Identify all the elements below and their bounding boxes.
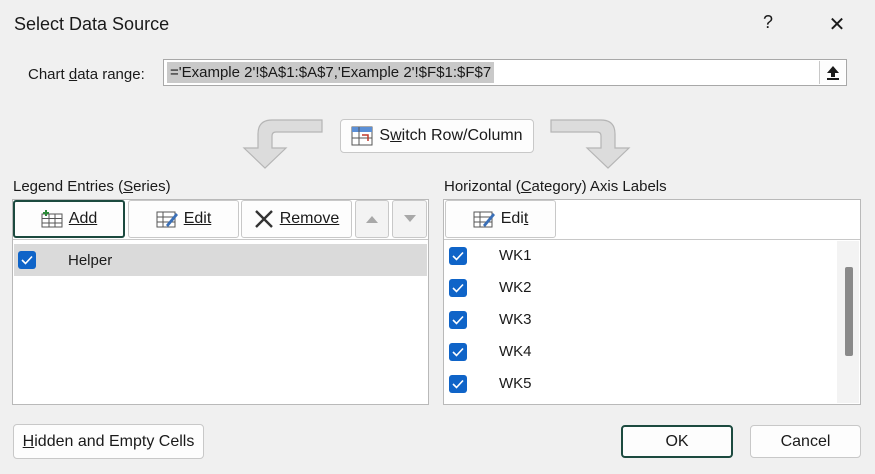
dialog-title: Select Data Source (14, 14, 170, 34)
axis-labels-title: Horizontal (Category) Axis Labels (444, 178, 667, 195)
axis-checkbox[interactable] (449, 375, 467, 393)
edit-axis-labels-button[interactable]: Edit (445, 200, 556, 238)
axis-checkbox[interactable] (449, 343, 467, 361)
switch-row-column-button[interactable]: Switch Row/Column (340, 119, 534, 153)
edit-axis-labels-label: Edit (500, 210, 529, 227)
remove-x-icon (254, 210, 273, 228)
axis-list-item[interactable]: WK3 (445, 304, 835, 336)
scrollbar-thumb[interactable] (845, 267, 853, 356)
curved-arrow-right-icon (550, 119, 631, 169)
axis-list-item[interactable]: WK1 (445, 240, 835, 272)
add-series-button[interactable]: Add (13, 200, 125, 238)
move-up-button[interactable] (355, 200, 389, 238)
edit-series-label: Edit (183, 210, 212, 227)
series-name: Helper (68, 252, 113, 269)
add-series-label: Add (68, 210, 98, 227)
edit-table-icon (473, 211, 495, 228)
range-label-suffix: ata range: (77, 66, 145, 83)
switch-table-icon (351, 126, 373, 146)
upload-arrow-icon (827, 66, 839, 80)
axis-label: WK5 (499, 375, 532, 392)
collapse-dialog-button[interactable] (819, 61, 845, 84)
triangle-up-icon (366, 216, 378, 223)
legend-entries-panel: Add Edit Remove Helper (12, 199, 429, 405)
axis-labels-panel: Edit WK1 WK2 WK3 WK4 WK5 (443, 199, 861, 405)
axis-list-item[interactable]: WK5 (445, 368, 835, 400)
edit-series-button[interactable]: Edit (128, 200, 239, 238)
close-button[interactable]: ✕ (826, 12, 848, 37)
axis-checkbox[interactable] (449, 279, 467, 297)
chart-data-range-input[interactable]: ='Example 2'!$A$1:$A$7,'Example 2'!$F$1:… (163, 59, 847, 86)
ok-button[interactable]: OK (621, 425, 733, 458)
cancel-label: Cancel (780, 432, 831, 450)
edit-table-icon (156, 211, 178, 228)
chart-data-range-value: ='Example 2'!$A$1:$A$7,'Example 2'!$F$1:… (167, 62, 495, 83)
series-list-item[interactable]: Helper (14, 244, 427, 276)
move-down-button[interactable] (392, 200, 427, 238)
chart-data-range-label: Chart data range: (28, 66, 145, 83)
help-button[interactable]: ? (758, 12, 778, 33)
hidden-empty-cells-label: Hidden and Empty Cells (22, 432, 195, 450)
checkmark-icon (452, 315, 464, 325)
checkmark-icon (452, 251, 464, 261)
axis-checkbox[interactable] (449, 311, 467, 329)
axis-label: WK3 (499, 311, 532, 328)
axis-label: WK2 (499, 279, 532, 296)
switch-row-column-label: Switch Row/Column (379, 127, 523, 144)
ok-label: OK (665, 432, 689, 450)
remove-series-button[interactable]: Remove (241, 200, 352, 238)
axis-label: WK4 (499, 343, 532, 360)
triangle-down-icon (403, 215, 416, 222)
hidden-empty-cells-button[interactable]: Hidden and Empty Cells (13, 424, 204, 459)
checkmark-icon (452, 347, 464, 357)
axis-list-scrollbar[interactable] (837, 241, 859, 403)
checkmark-icon (452, 379, 464, 389)
range-label-accel: d (68, 66, 78, 83)
axis-list-item[interactable]: WK2 (445, 272, 835, 304)
add-table-icon (41, 210, 63, 228)
series-checkbox[interactable] (18, 251, 36, 269)
remove-series-label: Remove (279, 210, 340, 227)
range-label-prefix: Chart (28, 66, 69, 83)
legend-entries-title: Legend Entries (Series) (13, 178, 171, 195)
axis-label: WK1 (499, 247, 532, 264)
axis-list-item[interactable]: WK4 (445, 336, 835, 368)
axis-checkbox[interactable] (449, 247, 467, 265)
checkmark-icon (21, 255, 33, 265)
cancel-button[interactable]: Cancel (750, 425, 861, 458)
checkmark-icon (452, 283, 464, 293)
curved-arrow-left-icon (242, 119, 323, 169)
